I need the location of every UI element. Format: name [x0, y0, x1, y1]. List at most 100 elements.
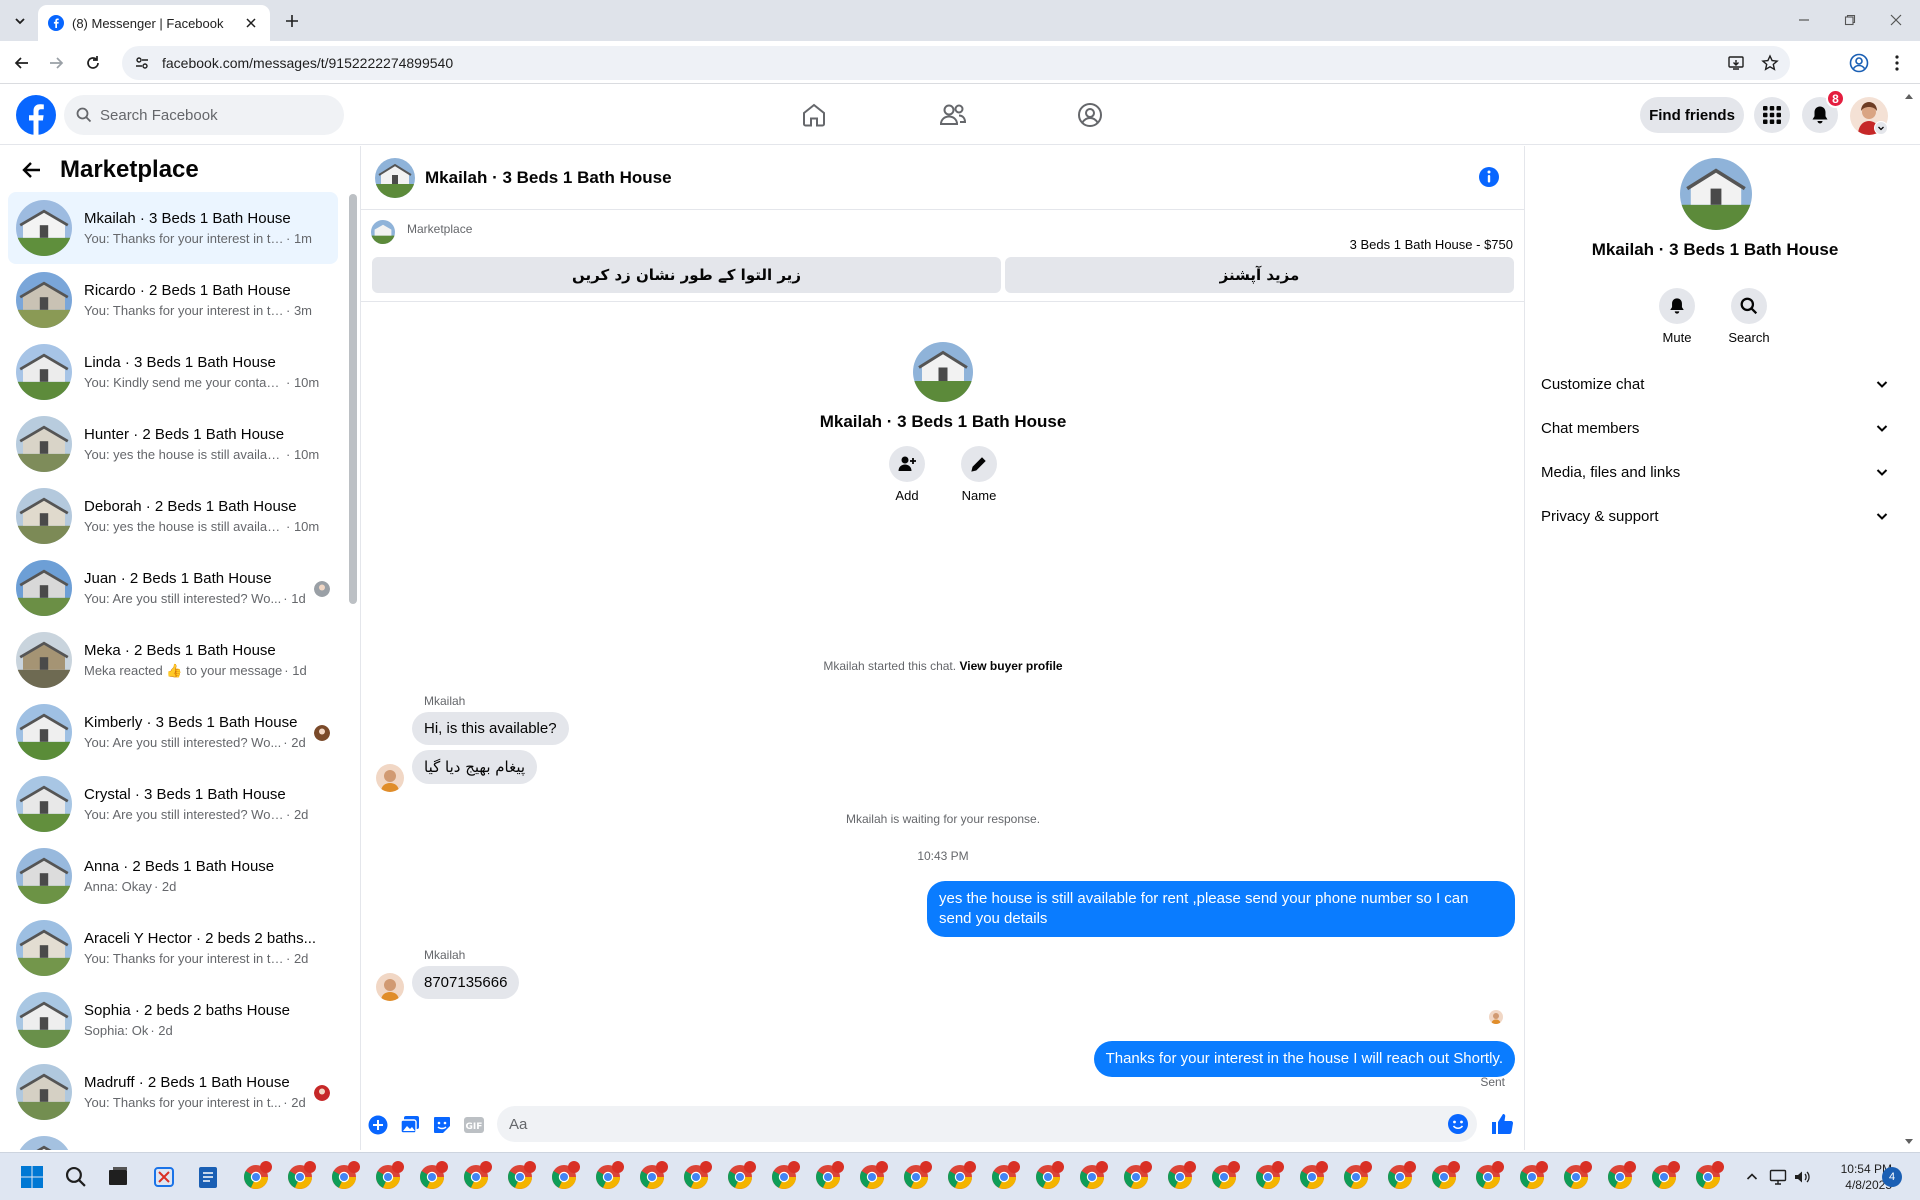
account-menu-caret[interactable] [1874, 121, 1888, 135]
minimize-window-button[interactable] [1790, 8, 1818, 32]
conversation-item[interactable]: Crystal · 3 Beds 1 Bath House You: Are yo… [8, 768, 338, 840]
chrome-window-button[interactable] [1648, 1161, 1680, 1193]
more-options-button[interactable]: مزید آپشنز [1005, 257, 1514, 293]
chrome-window-button[interactable] [1472, 1161, 1504, 1193]
incoming-message[interactable]: 8707135666 [412, 966, 520, 999]
chrome-window-button[interactable] [504, 1161, 536, 1193]
back-button[interactable] [9, 50, 35, 76]
chrome-window-button[interactable] [1120, 1161, 1152, 1193]
chrome-window-button[interactable] [988, 1161, 1020, 1193]
emoji-icon[interactable] [1447, 1113, 1469, 1135]
info-icon[interactable] [1477, 165, 1501, 189]
new-tab-button[interactable] [280, 9, 304, 33]
message-input[interactable] [509, 1115, 1429, 1133]
scroll-up-arrow-icon[interactable] [1904, 92, 1914, 100]
details-avatar[interactable] [1680, 158, 1752, 230]
facebook-search-input[interactable] [100, 106, 320, 124]
close-window-button[interactable] [1882, 8, 1910, 32]
conversation-item[interactable]: Linda · 3 Beds 1 Bath House You: Kindly s… [8, 336, 338, 408]
chrome-window-button[interactable] [1208, 1161, 1240, 1193]
conversation-item[interactable]: Anna · 2 Beds 1 Bath House Anna: Okay · 2… [8, 840, 338, 912]
install-app-button[interactable] [1722, 49, 1750, 77]
site-info-button[interactable] [128, 49, 156, 77]
chrome-window-button[interactable] [1076, 1161, 1108, 1193]
chrome-window-button[interactable] [680, 1161, 712, 1193]
outgoing-message[interactable]: Thanks for your interest in the house I … [1093, 1041, 1515, 1077]
browser-tab-messenger[interactable]: (8) Messenger | Facebook [38, 5, 270, 41]
add-people-button[interactable]: Add [883, 446, 931, 503]
chrome-window-button[interactable] [416, 1161, 448, 1193]
restore-window-button[interactable] [1836, 8, 1864, 32]
find-friends-button[interactable]: Find friends [1640, 97, 1744, 133]
chrome-window-button[interactable] [1428, 1161, 1460, 1193]
forward-button[interactable] [43, 50, 69, 76]
conversation-item[interactable]: Mkailah · 3 Beds 1 Bath House You: Thanks… [8, 192, 338, 264]
intro-avatar[interactable] [913, 342, 973, 402]
chrome-window-button[interactable] [284, 1161, 316, 1193]
tab-close-button[interactable] [242, 14, 260, 32]
search-in-chat-button[interactable]: Search [1719, 288, 1779, 345]
chrome-window-button[interactable] [1252, 1161, 1284, 1193]
conversation-item[interactable]: Madruff · 2 Beds 1 Bath House You: Thanks… [8, 1056, 338, 1128]
taskbar-search-button[interactable] [60, 1161, 92, 1193]
conversation-item[interactable]: Sophia · 2 beds 2 baths House Sophia: Ok … [8, 984, 338, 1056]
send-like-button[interactable] [1489, 1111, 1515, 1137]
chrome-window-button[interactable] [460, 1161, 492, 1193]
sender-avatar[interactable] [376, 973, 404, 1001]
chrome-window-button[interactable] [944, 1161, 976, 1193]
chat-title[interactable]: Mkailah · 3 Beds 1 Bath House [425, 168, 672, 188]
sidebar-scrollbar[interactable] [349, 194, 357, 604]
start-button[interactable] [16, 1161, 48, 1193]
chrome-window-button[interactable] [1604, 1161, 1636, 1193]
listing-thumbnail[interactable] [371, 220, 395, 244]
chrome-window-button[interactable] [1384, 1161, 1416, 1193]
view-buyer-profile-link[interactable]: View buyer profile [959, 659, 1062, 673]
edit-name-button[interactable]: Name [955, 446, 1003, 503]
chrome-window-button[interactable] [328, 1161, 360, 1193]
customize-chat-row[interactable]: Customize chat [1541, 362, 1897, 406]
conversation-item[interactable]: Kimberly · 3 Beds 1 Bath House You: Are y… [8, 696, 338, 768]
nav-friends-button[interactable] [897, 90, 1009, 140]
network-tray-icon-button[interactable] [1768, 1167, 1788, 1187]
chrome-window-button[interactable] [636, 1161, 668, 1193]
nav-home-button[interactable] [758, 90, 870, 140]
incoming-message[interactable]: Hi, is this available? [412, 712, 569, 745]
show-hidden-icons-button[interactable] [1742, 1167, 1762, 1187]
address-bar[interactable]: facebook.com/messages/t/9152222274899540 [122, 46, 1790, 80]
menu-button[interactable] [1754, 97, 1790, 133]
facebook-search-box[interactable] [64, 95, 344, 135]
chrome-window-button[interactable] [240, 1161, 272, 1193]
sender-avatar[interactable] [376, 764, 404, 792]
message-input-box[interactable] [497, 1106, 1477, 1142]
chrome-window-button[interactable] [372, 1161, 404, 1193]
chrome-window-button[interactable] [1296, 1161, 1328, 1193]
media-files-links-row[interactable]: Media, files and links [1541, 450, 1897, 494]
conversation-item[interactable]: Deborah · 2 Beds 1 Bath House You: yes th… [8, 480, 338, 552]
outgoing-message[interactable]: yes the house is still available for ren… [927, 881, 1515, 937]
chrome-window-button[interactable] [856, 1161, 888, 1193]
chrome-window-button[interactable] [900, 1161, 932, 1193]
volume-tray-icon-button[interactable] [1792, 1167, 1812, 1187]
bookmark-button[interactable] [1756, 49, 1784, 77]
snipping-tool-app[interactable] [148, 1161, 180, 1193]
nav-profile-button[interactable] [1034, 90, 1146, 140]
conversation-item[interactable]: Ricardo · 2 Beds 1 Bath House You: Thanks… [8, 264, 338, 336]
conversation-item[interactable]: Almetta · 3 Beds 1 Bath House [8, 1128, 338, 1150]
scroll-down-arrow-icon[interactable] [1904, 1138, 1914, 1146]
chat-members-row[interactable]: Chat members [1541, 406, 1897, 450]
more-actions-button[interactable] [367, 1114, 389, 1136]
profile-button[interactable] [1846, 50, 1872, 76]
chrome-window-button[interactable] [1032, 1161, 1064, 1193]
conversation-item[interactable]: Araceli Y Hector · 2 beds 2 baths... You:… [8, 912, 338, 984]
mute-button[interactable]: Mute [1647, 288, 1707, 345]
chat-header-avatar[interactable] [375, 157, 415, 198]
taskbar-clock[interactable]: 10:54 PM 4/8/2025 [1812, 1161, 1892, 1193]
browser-menu-button[interactable] [1884, 50, 1910, 76]
chrome-window-button[interactable] [1692, 1161, 1724, 1193]
incoming-message[interactable]: پیغام بھیج دیا گیا [412, 750, 538, 784]
attach-photo-button[interactable] [399, 1114, 421, 1136]
chrome-window-button[interactable] [1340, 1161, 1372, 1193]
task-view-button[interactable] [102, 1161, 134, 1193]
chrome-window-button[interactable] [768, 1161, 800, 1193]
gif-button[interactable]: GIF [463, 1114, 485, 1136]
